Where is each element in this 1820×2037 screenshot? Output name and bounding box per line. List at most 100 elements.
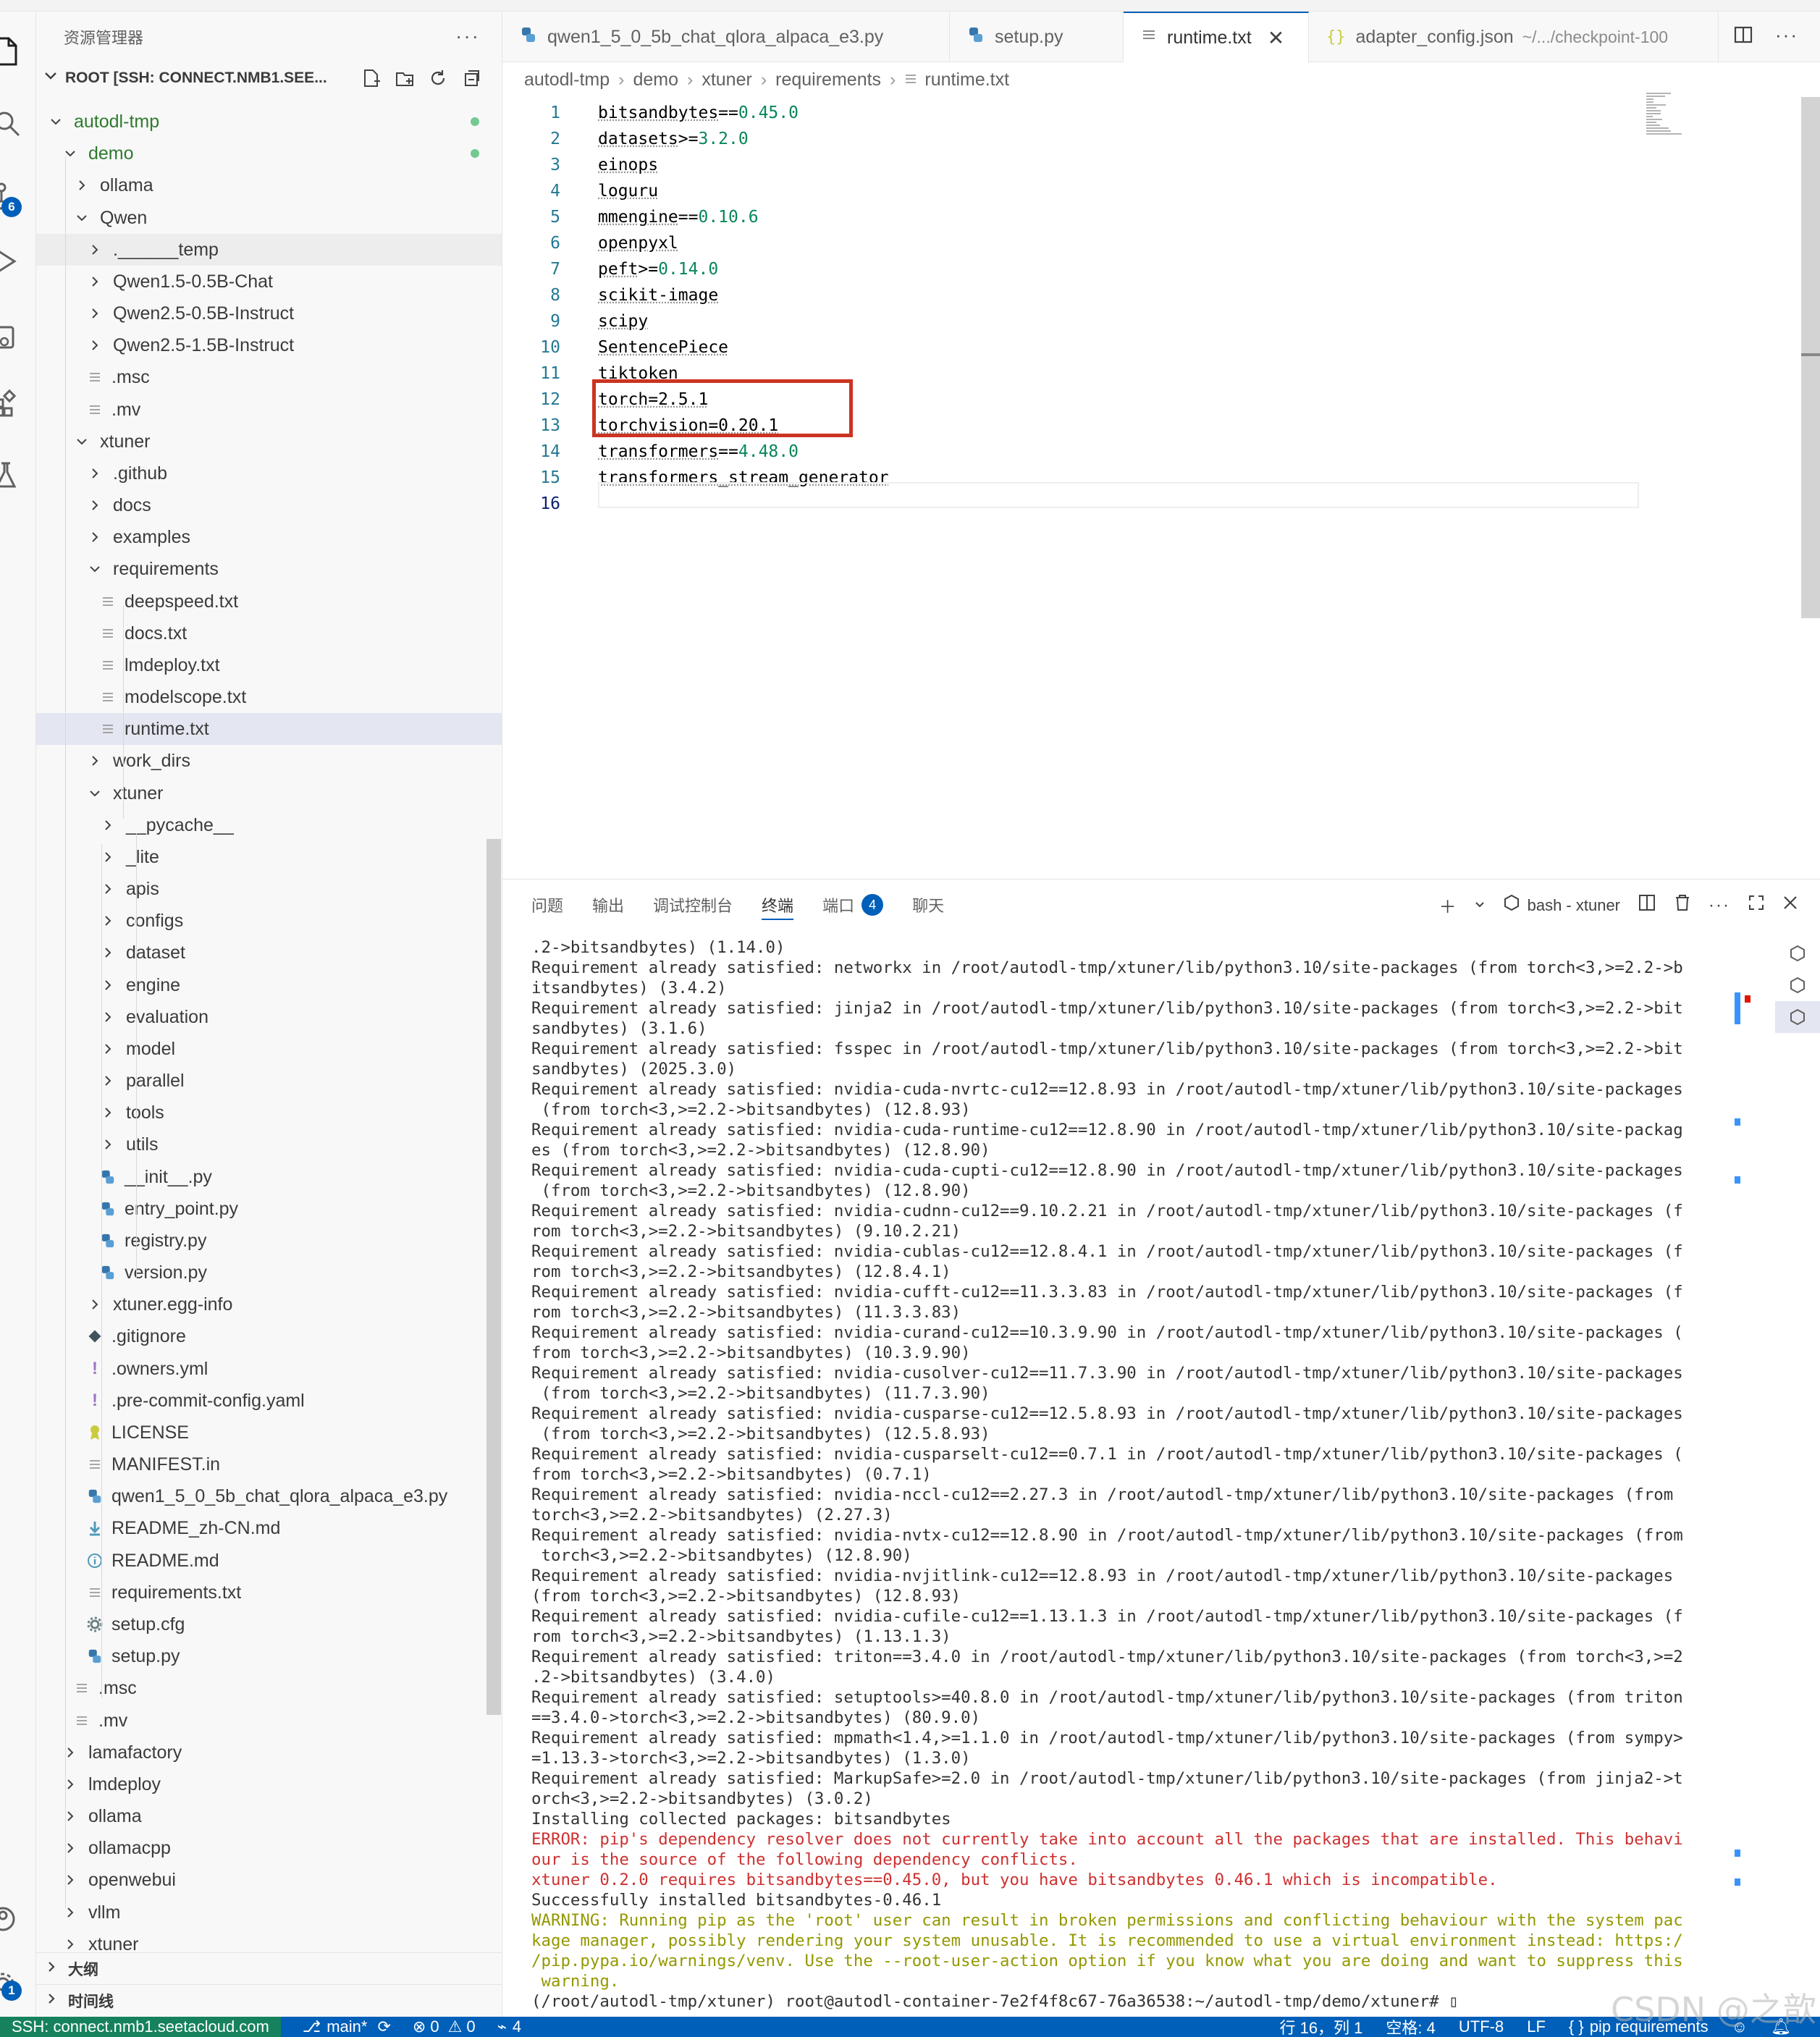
tree-item[interactable]: vllm	[36, 1897, 502, 1928]
new-file-icon[interactable]	[361, 68, 382, 88]
tree-item[interactable]: entry_point.py	[36, 1193, 502, 1225]
tree-item[interactable]: registry.py	[36, 1225, 502, 1257]
tree-item[interactable]: engine	[36, 969, 502, 1001]
accounts-icon[interactable]	[0, 1894, 36, 1944]
search-icon[interactable]	[0, 98, 36, 149]
code-line[interactable]: 9 scipy	[502, 308, 1661, 334]
chevron-down-icon[interactable]	[1474, 895, 1486, 916]
tree-item[interactable]: deepspeed.txt	[36, 586, 502, 617]
new-folder-icon[interactable]	[395, 68, 415, 88]
tree-item[interactable]: __pycache__	[36, 809, 502, 841]
code-line[interactable]: 6 openpyxl	[502, 230, 1661, 256]
tree-item[interactable]: Qwen	[36, 202, 502, 234]
new-terminal-icon[interactable]: ＋	[1439, 893, 1457, 918]
tree-item[interactable]: LICENSE	[36, 1417, 502, 1448]
tree-item[interactable]: setup.cfg	[36, 1608, 502, 1640]
tree-item[interactable]: ollamacpp	[36, 1832, 502, 1864]
close-icon[interactable]: ✕	[1268, 26, 1284, 50]
sync-icon[interactable]: ⟳	[377, 2017, 390, 2036]
kill-terminal-trash-icon[interactable]	[1674, 893, 1691, 917]
tree-item[interactable]: Qwen1.5-0.5B-Chat	[36, 266, 502, 298]
split-editor-icon[interactable]	[1733, 25, 1753, 50]
terminal-instance[interactable]	[1775, 937, 1820, 969]
tree-item[interactable]: lmdeploy.txt	[36, 649, 502, 681]
panel-tab[interactable]: 输出	[592, 880, 624, 930]
tree-item[interactable]: utils	[36, 1129, 502, 1160]
ports-indicator[interactable]: ⌁ 4	[497, 2017, 522, 2036]
breadcrumb-item[interactable]: autodl-tmp	[524, 69, 610, 90]
tree-item[interactable]: .mv	[36, 394, 502, 426]
code-line[interactable]: 5 mmengine==0.10.6	[502, 204, 1661, 230]
tree-item[interactable]: README_zh-CN.md	[36, 1512, 502, 1544]
editor-scrollbar[interactable]	[1801, 97, 1820, 618]
remote-explorer-icon[interactable]	[0, 312, 36, 363]
tree-item[interactable]: .gitignore	[36, 1320, 502, 1352]
tree-item[interactable]: ! .pre-commit-config.yaml	[36, 1385, 502, 1417]
tree-item[interactable]: .msc	[36, 361, 502, 393]
more-actions-icon[interactable]: ···	[1709, 895, 1730, 916]
tree-item[interactable]: .mv	[36, 1705, 502, 1737]
tree-item[interactable]: version.py	[36, 1257, 502, 1289]
tree-item[interactable]: configs	[36, 905, 502, 937]
tree-item[interactable]: tools	[36, 1097, 502, 1129]
tree-item[interactable]: lamafactory	[36, 1737, 502, 1768]
maximize-panel-icon[interactable]	[1748, 894, 1765, 916]
split-terminal-icon[interactable]	[1638, 893, 1656, 917]
terminal-instance-active[interactable]	[1775, 1001, 1820, 1033]
tree-item[interactable]: xtuner	[36, 777, 502, 809]
terminal-output[interactable]: .2->bitsandbytes) (1.14.0) Requirement al…	[531, 937, 1777, 2023]
code-line[interactable]: 7 peft>=0.14.0	[502, 256, 1661, 282]
tree-item[interactable]: lmdeploy	[36, 1768, 502, 1800]
tree-item[interactable]: MANIFEST.in	[36, 1448, 502, 1480]
code-editor[interactable]: 1 bitsandbytes==0.45.0 2 datasets>=3.2.0 3 ei…	[502, 97, 1820, 879]
tree-item[interactable]: openwebui	[36, 1864, 502, 1896]
code-line[interactable]: 14 transformers==4.48.0	[502, 439, 1661, 465]
encoding[interactable]: UTF-8	[1459, 2017, 1504, 2036]
code-line[interactable]: 2 datasets>=3.2.0	[502, 126, 1661, 152]
outline-section-header[interactable]: 大纲	[36, 1952, 502, 1984]
minimap[interactable]	[1646, 93, 1690, 140]
tree-item[interactable]: ! .owners.yml	[36, 1353, 502, 1385]
cursor-position[interactable]: 行 16，列 1	[1279, 2015, 1362, 2037]
panel-tab[interactable]: 终端	[762, 880, 794, 930]
tree-item[interactable]: setup.py	[36, 1640, 502, 1672]
tree-item[interactable]: .github	[36, 457, 502, 489]
breadcrumb-item[interactable]: xtuner	[702, 69, 751, 90]
tree-item[interactable]: parallel	[36, 1065, 502, 1097]
code-line[interactable]: 1 bitsandbytes==0.45.0	[502, 100, 1661, 126]
code-line[interactable]: 4 loguru	[502, 178, 1661, 204]
testing-icon[interactable]	[0, 450, 36, 500]
close-panel-icon[interactable]	[1782, 895, 1798, 916]
tree-item[interactable]: .msc	[36, 1672, 502, 1704]
terminal-name[interactable]: bash - xtuner	[1528, 896, 1620, 915]
tree-item[interactable]: qwen1_5_0_5b_chat_qlora_alpaca_e3.py	[36, 1480, 502, 1512]
terminal-instance[interactable]	[1775, 969, 1820, 1001]
tree-item[interactable]: requirements.txt	[36, 1577, 502, 1608]
tab-runtime-txt[interactable]: runtime.txt ✕	[1124, 12, 1309, 62]
tree-item[interactable]: README.md	[36, 1545, 502, 1577]
tree-item[interactable]: runtime.txt	[36, 713, 502, 745]
tree-item[interactable]: ollama	[36, 169, 502, 201]
sidebar-scrollbar[interactable]	[486, 839, 501, 1715]
tree-item[interactable]: docs	[36, 489, 502, 521]
more-actions-icon[interactable]: ···	[1775, 25, 1798, 50]
problems-indicator[interactable]: ⊗ 0 ⚠ 0	[413, 2017, 476, 2036]
panel-tab[interactable]: 聊天	[912, 880, 944, 930]
indentation[interactable]: 空格: 4	[1386, 2015, 1435, 2037]
tree-item[interactable]: Qwen2.5-1.5B-Instruct	[36, 329, 502, 361]
collapse-all-icon[interactable]	[461, 68, 481, 88]
run-debug-icon[interactable]	[0, 236, 36, 287]
more-actions-icon[interactable]: ···	[455, 25, 480, 48]
tab-adapter-config[interactable]: {} adapter_config.json ~/.../checkpoint-…	[1309, 12, 1719, 62]
tree-item[interactable]: __init__.py	[36, 1161, 502, 1193]
tree-item[interactable]: demo	[36, 138, 502, 169]
code-line[interactable]: 10 SentencePiece	[502, 334, 1661, 360]
tree-item[interactable]: dataset	[36, 937, 502, 969]
breadcrumb-item[interactable]: runtime.txt	[924, 69, 1009, 90]
explorer-icon[interactable]	[0, 26, 36, 77]
tree-item[interactable]: _lite	[36, 841, 502, 873]
tree-item[interactable]: apis	[36, 873, 502, 905]
tree-item[interactable]: evaluation	[36, 1001, 502, 1033]
branch-indicator[interactable]: ⎇ main* ⟳	[303, 2017, 391, 2036]
tree-item[interactable]: xtuner	[36, 426, 502, 457]
